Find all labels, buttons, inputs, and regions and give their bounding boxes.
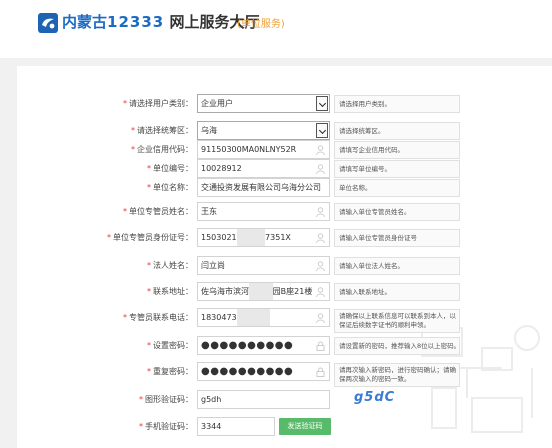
- credit-code-hint: 请填写企业信用代码。: [334, 141, 460, 159]
- credit-code-input[interactable]: 91150300MA0NLNY52R: [197, 140, 330, 159]
- sms-code-value: 3344: [201, 422, 222, 431]
- register-form-panel: * 请选择用户类别： 企业用户 请选择用户类别。 * 请选择统筹区： 乌海 请选择统…: [17, 66, 552, 448]
- address-hint: 请输入联系地址。: [334, 283, 460, 301]
- user-icon: [316, 233, 325, 243]
- redacted-block: xxxxxxx: [236, 309, 270, 326]
- confirm-password-hint: 请再次输入新密码，进行密码确认；请确保两次输入的密码一致。: [334, 363, 460, 387]
- credit-code-label: * 企业信用代码：: [131, 145, 193, 154]
- admin-id-value-suffix: 7351X: [265, 233, 291, 242]
- captcha-input[interactable]: g5dh: [197, 390, 330, 409]
- captcha-image[interactable]: g5dC: [354, 390, 404, 410]
- brand-subtitle: (单位服务): [237, 19, 285, 30]
- address-value-suffix: 园B座21楼: [272, 287, 313, 296]
- user-type-hint: 请选择用户类别。: [334, 95, 460, 113]
- send-sms-code-button[interactable]: 发送验证码: [279, 418, 331, 435]
- admin-phone-label: * 专管员联系电话：: [123, 313, 193, 322]
- unit-number-hint: 请填写单位编号。: [334, 160, 460, 178]
- admin-name-input[interactable]: 王东: [197, 202, 330, 221]
- sms-code-label: * 手机验证码：: [139, 422, 193, 431]
- row-district: * 请选择统筹区： 乌海 请选择统筹区。: [17, 121, 552, 141]
- row-confirm-password: * 重复密码： ●●●●●●●●●● 请再次输入新密码，进行密码确认；请确保两次输…: [17, 362, 552, 387]
- row-legal-name: * 法人姓名： 闫立尚 请输入单位法人姓名。: [17, 256, 552, 276]
- header: 内蒙古12333 网上服务大厅 (单位服务): [0, 0, 552, 58]
- admin-id-label: * 单位专管员身份证号：: [107, 233, 193, 242]
- lock-icon: [316, 367, 325, 377]
- confirm-password-input[interactable]: ●●●●●●●●●●: [197, 362, 330, 381]
- admin-phone-value-prefix: 1830473: [201, 313, 237, 322]
- address-input[interactable]: 佐乌海市滨河xxxxx园B座21楼: [197, 282, 330, 301]
- legal-name-hint: 请输入单位法人姓名。: [334, 257, 460, 275]
- confirm-password-label: * 重复密码：: [147, 367, 193, 376]
- admin-phone-hint: 请确保以上联系信息可以联系到本人，以保证后续数字证书的顺利申领。: [334, 309, 460, 333]
- district-value: 乌海: [201, 126, 217, 135]
- user-icon: [316, 145, 325, 155]
- logo-icon: [38, 13, 58, 33]
- password-value: ●●●●●●●●●●: [201, 340, 294, 351]
- user-type-select[interactable]: 企业用户: [197, 94, 330, 113]
- address-value-prefix: 佐乌海市滨河: [201, 287, 249, 296]
- user-icon: [316, 313, 325, 323]
- admin-phone-input[interactable]: 1830473xxxxxxx: [197, 308, 330, 327]
- unit-number-value: 10028912: [201, 164, 242, 173]
- admin-id-value-prefix: 1503021: [201, 233, 237, 242]
- user-type-label: * 请选择用户类别：: [123, 99, 193, 108]
- captcha-value: g5dh: [201, 395, 222, 404]
- row-address: * 联系地址： 佐乌海市滨河xxxxx园B座21楼 请输入联系地址。: [17, 282, 552, 302]
- unit-number-input[interactable]: 10028912: [197, 159, 330, 178]
- user-icon: [316, 164, 325, 174]
- row-captcha: * 图形验证码： g5dh g5dC: [17, 390, 552, 410]
- unit-name-hint: 单位名称。: [334, 179, 460, 197]
- confirm-password-value: ●●●●●●●●●●: [201, 366, 294, 377]
- admin-name-value: 王东: [201, 207, 217, 216]
- legal-name-value: 闫立尚: [201, 261, 225, 270]
- district-label: * 请选择统筹区：: [131, 126, 193, 135]
- row-password: * 设置密码： ●●●●●●●●●● 请设置新的密码，推荐输入8位以上密码。: [17, 336, 552, 356]
- unit-name-input[interactable]: 交通投资发展有限公司乌海分公司: [197, 178, 330, 197]
- address-label: * 联系地址：: [147, 287, 193, 296]
- admin-name-label: * 单位专管员姓名：: [123, 207, 193, 216]
- row-admin-phone: * 专管员联系电话： 1830473xxxxxxx 请确保以上联系信息可以联系到本…: [17, 308, 552, 333]
- redacted-block: xxxxxx: [236, 229, 266, 246]
- unit-name-label: * 单位名称：: [147, 183, 193, 192]
- sms-code-input[interactable]: 3344: [197, 417, 275, 436]
- user-icon: [316, 261, 325, 271]
- admin-name-hint: 请输入单位专管员姓名。: [334, 203, 460, 221]
- password-hint: 请设置新的密码，推荐输入8位以上密码。: [334, 337, 460, 355]
- brand-name: 内蒙古: [62, 13, 108, 31]
- row-unit-number: * 单位编号： 10028912 请填写单位编号。: [17, 159, 552, 179]
- row-admin-id: * 单位专管员身份证号： 1503021xxxxxx7351X 请输入单位专管员身…: [17, 228, 552, 248]
- password-input[interactable]: ●●●●●●●●●●: [197, 336, 330, 355]
- user-type-value: 企业用户: [201, 99, 233, 108]
- password-label: * 设置密码：: [147, 341, 193, 350]
- row-credit-code: * 企业信用代码： 91150300MA0NLNY52R 请填写企业信用代码。: [17, 140, 552, 160]
- captcha-label: * 图形验证码：: [139, 395, 193, 404]
- row-unit-name: * 单位名称： 交通投资发展有限公司乌海分公司 单位名称。: [17, 178, 552, 198]
- row-user-type: * 请选择用户类别： 企业用户 请选择用户类别。: [17, 94, 552, 114]
- brand-title: 内蒙古12333 网上服务大厅: [62, 11, 259, 32]
- legal-name-input[interactable]: 闫立尚: [197, 256, 330, 275]
- admin-id-input[interactable]: 1503021xxxxxx7351X: [197, 228, 330, 247]
- lock-icon: [316, 341, 325, 351]
- chevron-down-icon[interactable]: [316, 123, 328, 138]
- user-icon: [316, 287, 325, 297]
- district-hint: 请选择统筹区。: [334, 122, 460, 140]
- district-select[interactable]: 乌海: [197, 121, 330, 140]
- row-sms-code: * 手机验证码： 3344 发送验证码: [17, 417, 552, 437]
- user-icon: [316, 207, 325, 217]
- legal-name-label: * 法人姓名：: [147, 261, 193, 270]
- admin-id-hint: 请输入单位专管员身份证号: [334, 229, 460, 247]
- chevron-down-icon[interactable]: [316, 96, 328, 111]
- unit-number-label: * 单位编号：: [147, 164, 193, 173]
- credit-code-value: 91150300MA0NLNY52R: [201, 145, 297, 154]
- redacted-block: xxxxx: [249, 283, 273, 300]
- brand-number: 12333: [107, 13, 165, 31]
- row-admin-name: * 单位专管员姓名： 王东 请输入单位专管员姓名。: [17, 202, 552, 222]
- unit-name-value: 交通投资发展有限公司乌海分公司: [201, 183, 321, 192]
